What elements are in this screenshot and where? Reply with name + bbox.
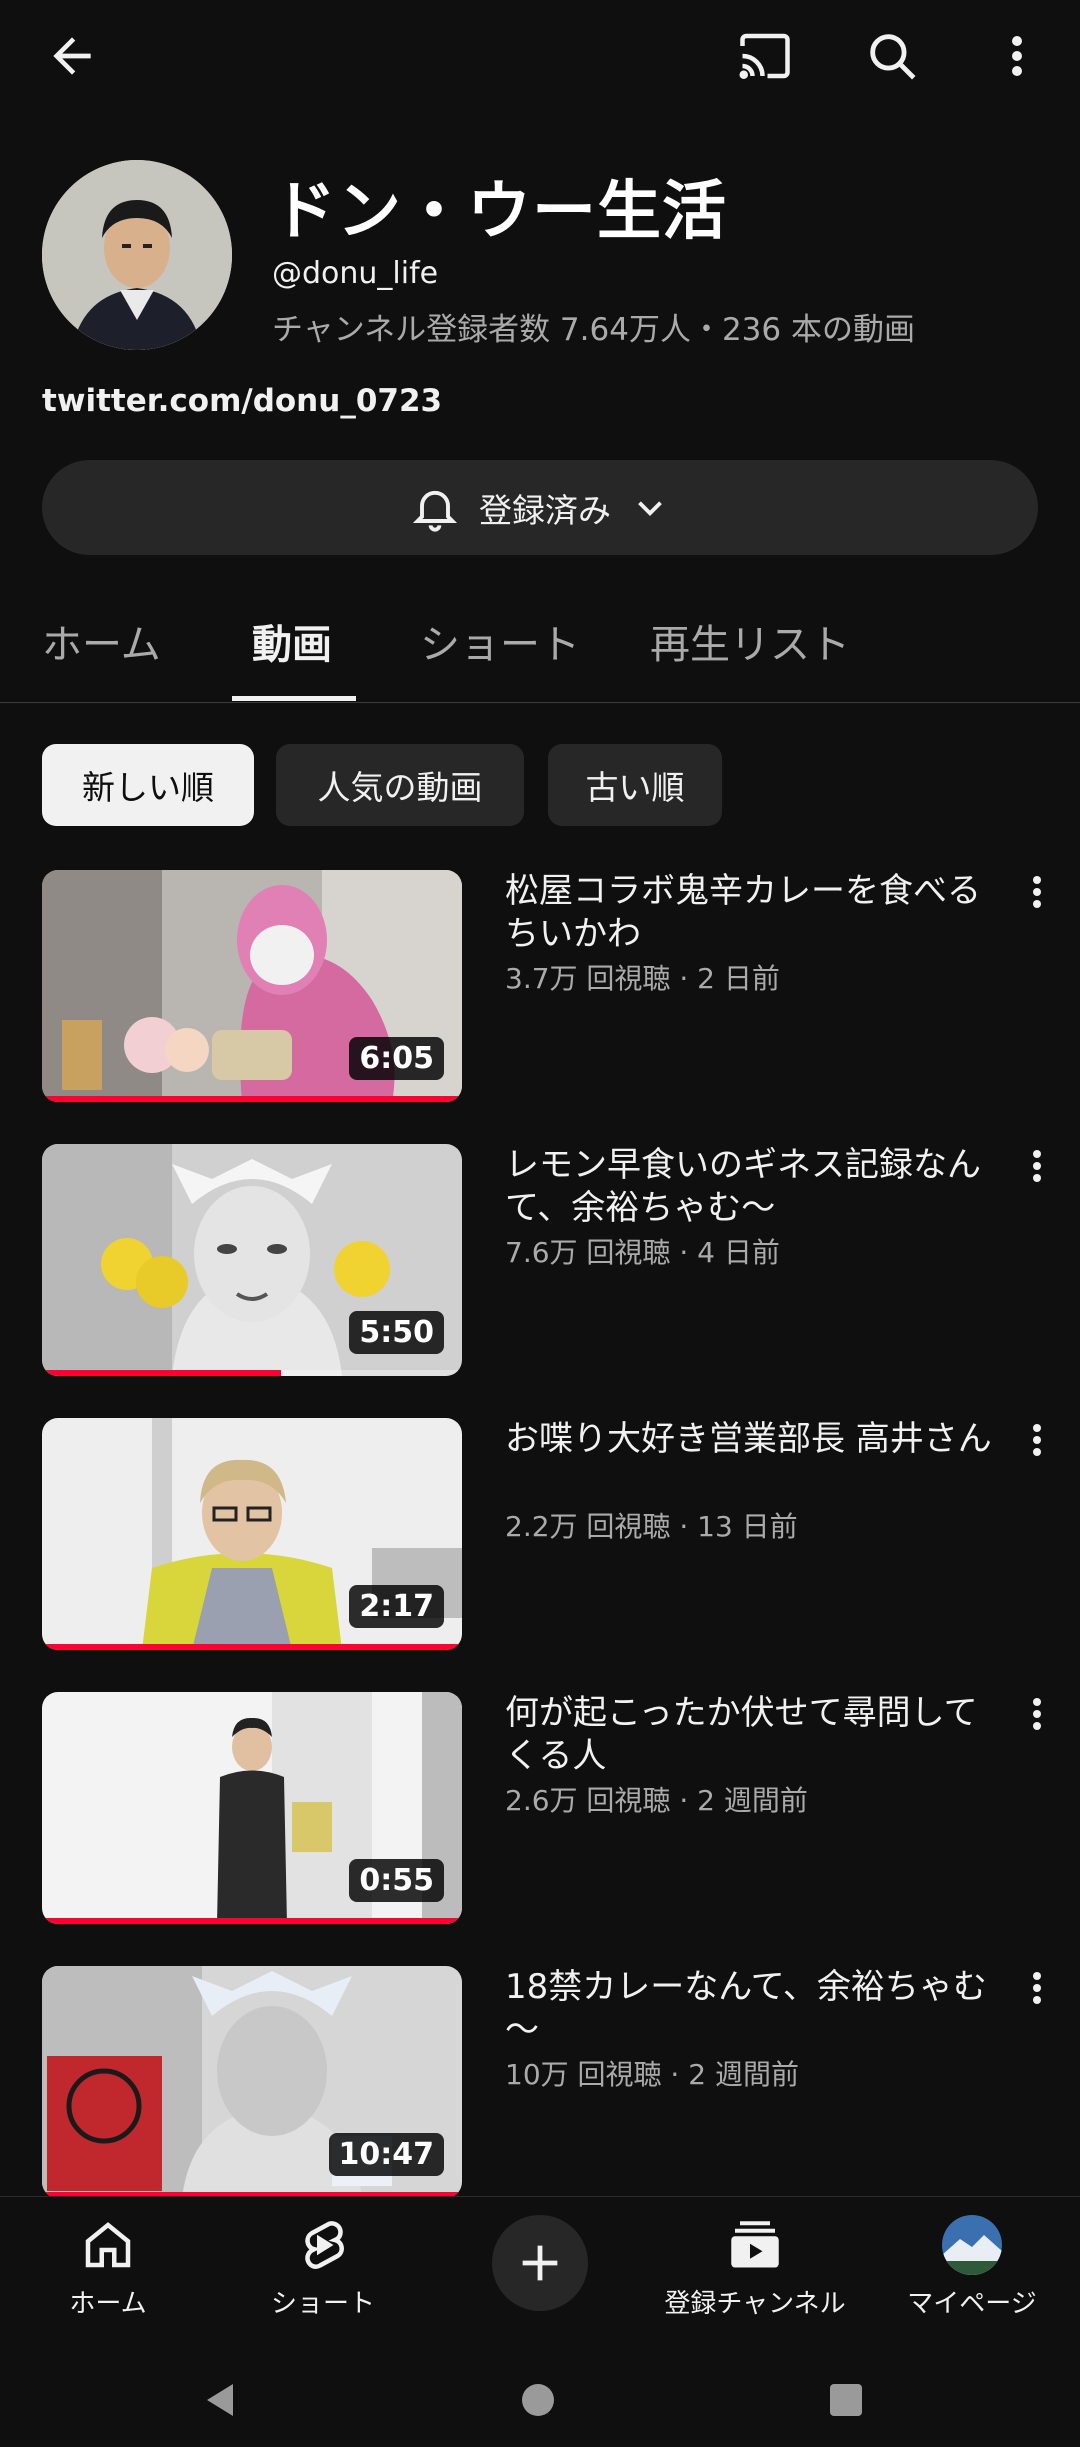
channel-handle: @donu_life: [272, 256, 439, 291]
nav-shorts[interactable]: ショート: [228, 2215, 418, 2320]
video-duration: 5:50: [349, 1311, 444, 1354]
video-thumbnail[interactable]: 10:47: [42, 1966, 462, 2198]
nav-subscriptions[interactable]: 登録チャンネル: [660, 2215, 850, 2320]
back-arrow-icon: [53, 37, 91, 75]
video-duration: 6:05: [349, 1037, 444, 1080]
tab-shorts[interactable]: ショート: [420, 612, 580, 670]
watch-progress-bar: [42, 1096, 462, 1102]
create-button[interactable]: [492, 2215, 588, 2311]
more-options-button[interactable]: [995, 20, 1039, 92]
bell-icon: [412, 490, 458, 532]
tab-playlists[interactable]: 再生リスト: [650, 612, 850, 670]
video-title[interactable]: 18禁カレーなんて、余裕ちゃむ～: [505, 1966, 1005, 2052]
nav-shorts-label: ショート: [270, 2289, 375, 2319]
chip-newest[interactable]: 新しい順: [42, 744, 254, 826]
video-meta: 7.6万 回視聴 · 4 日前: [505, 1236, 780, 1269]
watch-progress-bar: [42, 1644, 462, 1650]
video-more-button[interactable]: [1020, 1418, 1054, 1468]
channel-link[interactable]: twitter.com/donu_0723: [42, 383, 442, 419]
nav-subscriptions-label: 登録チャンネル: [664, 2289, 846, 2319]
video-duration: 0:55: [349, 1859, 444, 1902]
cast-button[interactable]: [725, 20, 805, 92]
chevron-down-icon: [638, 500, 662, 516]
user-avatar: [942, 2215, 1002, 2275]
nav-mypage[interactable]: マイページ: [877, 2215, 1067, 2320]
channel-stats: チャンネル登録者数 7.64万人・236 本の動画: [272, 312, 915, 348]
channel-avatar[interactable]: [42, 160, 232, 350]
system-recents-icon[interactable]: [822, 2376, 870, 2424]
system-back-icon[interactable]: [195, 2376, 243, 2424]
nav-home[interactable]: ホーム: [13, 2215, 203, 2320]
watch-progress-bar: [42, 1918, 462, 1924]
shorts-icon: [305, 2221, 344, 2270]
more-vert-icon: [1033, 1150, 1041, 1182]
chip-oldest[interactable]: 古い順: [548, 744, 722, 826]
search-button[interactable]: [852, 20, 932, 92]
more-vert-icon: [1033, 1424, 1041, 1456]
home-icon: [85, 2222, 131, 2268]
avatar-portrait-image: [42, 160, 232, 350]
subscribed-button[interactable]: 登録済み: [42, 460, 1038, 555]
video-thumbnail[interactable]: 2:17: [42, 1418, 462, 1650]
more-vert-icon: [1033, 1972, 1041, 2004]
video-thumbnail[interactable]: 0:55: [42, 1692, 462, 1924]
search-icon: [870, 34, 916, 80]
channel-tabs: ホーム 動画 ショート 再生リスト: [0, 600, 1080, 703]
video-title[interactable]: 何が起こったか伏せて尋問してくる人: [505, 1692, 1005, 1778]
video-thumbnail[interactable]: 6:05: [42, 870, 462, 1102]
video-title[interactable]: お喋り大好き営業部長 高井さん: [505, 1418, 1005, 1461]
channel-name: ドン・ウー生活: [272, 175, 727, 249]
video-more-button[interactable]: [1020, 1144, 1054, 1194]
video-more-button[interactable]: [1020, 1966, 1054, 2016]
back-button[interactable]: [30, 20, 114, 92]
video-title[interactable]: 松屋コラボ鬼辛カレーを食べるちいかわ: [505, 870, 1005, 956]
video-meta: 10万 回視聴 · 2 週間前: [505, 2058, 799, 2091]
video-meta: 2.6万 回視聴 · 2 週間前: [505, 1784, 808, 1817]
more-vert-icon: [1033, 1698, 1041, 1730]
more-vert-icon: [1012, 36, 1022, 76]
nav-mypage-label: マイページ: [907, 2289, 1037, 2319]
bottom-navigation: ホーム ショート 登録チャンネル マイページ: [0, 2196, 1080, 2347]
tab-videos[interactable]: 動画: [252, 612, 332, 670]
video-title[interactable]: レモン早食いのギネス記録なんて、余裕ちゃむ～: [505, 1144, 1005, 1230]
subscriptions-icon: [731, 2221, 779, 2268]
plus-icon: [522, 2245, 558, 2281]
active-tab-indicator: [232, 696, 356, 701]
video-more-button[interactable]: [1020, 870, 1054, 920]
mountain-avatar-image: [942, 2215, 1002, 2275]
tab-home[interactable]: ホーム: [42, 612, 161, 670]
subscribed-label: 登録済み: [479, 490, 611, 530]
system-home-icon[interactable]: [514, 2376, 562, 2424]
video-meta: 2.2万 回視聴 · 13 日前: [505, 1510, 798, 1543]
video-duration: 10:47: [328, 2133, 444, 2176]
video-meta: 3.7万 回視聴 · 2 日前: [505, 962, 780, 995]
system-navigation-bar: [0, 2346, 1080, 2447]
video-duration: 2:17: [349, 1585, 444, 1628]
chip-popular[interactable]: 人気の動画: [276, 744, 524, 826]
cast-icon: [739, 33, 790, 80]
video-more-button[interactable]: [1020, 1692, 1054, 1742]
nav-home-label: ホーム: [69, 2289, 147, 2319]
watch-progress-bar: [42, 1370, 282, 1376]
more-vert-icon: [1033, 876, 1041, 908]
video-thumbnail[interactable]: 5:50: [42, 1144, 462, 1376]
